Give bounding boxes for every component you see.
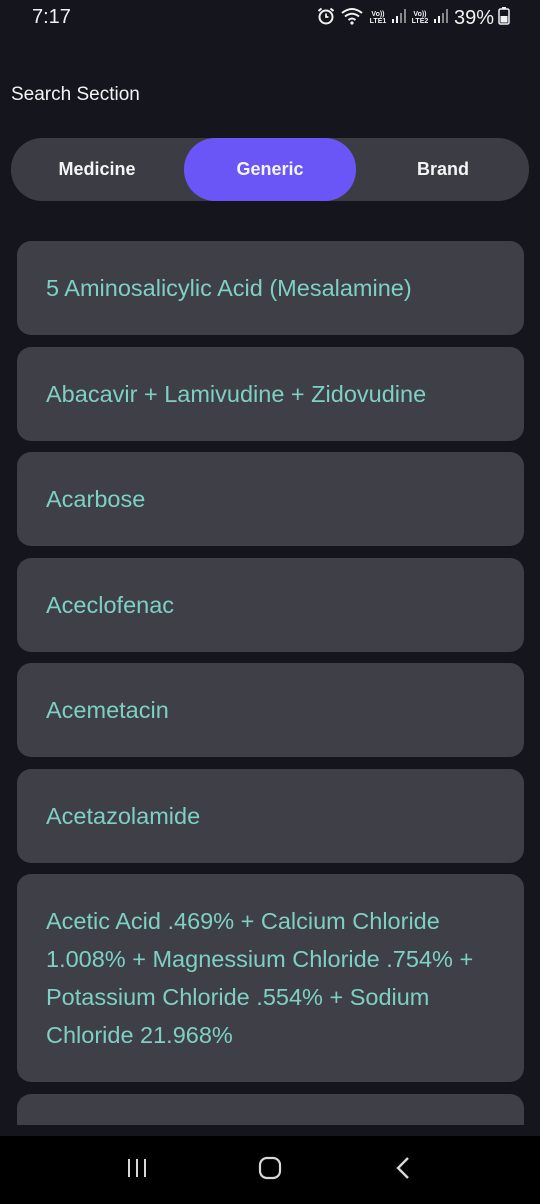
recent-apps-button[interactable]	[117, 1150, 157, 1190]
battery-percent: 39%	[453, 6, 494, 29]
list-item[interactable]	[17, 1094, 524, 1125]
item-label: Abacavir + Lamivudine + Zidovudine	[46, 381, 427, 407]
home-icon	[257, 1155, 283, 1186]
page-title: Search Section	[11, 84, 140, 105]
item-label: Aceclofenac	[46, 592, 175, 618]
wifi-icon	[340, 6, 364, 31]
list-item[interactable]: 5 Aminosalicylic Acid (Mesalamine)	[17, 241, 524, 335]
home-button[interactable]	[250, 1150, 290, 1190]
item-label: Acetic Acid .469% + Calcium Chloride 1.0…	[46, 908, 474, 1048]
search-type-tabs: Medicine Generic Brand	[11, 138, 529, 201]
signal-icon	[433, 8, 448, 29]
alarm-icon	[316, 6, 336, 31]
item-label: Acetazolamide	[46, 803, 201, 829]
sim2-label: Vo)) LTE2	[411, 11, 429, 25]
item-label: Acarbose	[46, 486, 146, 512]
list-item[interactable]: Acarbose	[17, 452, 524, 546]
status-time: 7:17	[32, 6, 71, 28]
system-navigation-bar	[0, 1136, 540, 1204]
status-bar: 7:17 Vo)) LTE1 Vo)) LTE2 39%	[0, 0, 540, 36]
back-icon	[393, 1155, 413, 1186]
list-item[interactable]: Abacavir + Lamivudine + Zidovudine	[17, 347, 524, 441]
tab-label: Brand	[416, 159, 469, 179]
tab-generic[interactable]: Generic	[184, 138, 356, 201]
tab-medicine[interactable]: Medicine	[11, 138, 183, 201]
tab-brand[interactable]: Brand	[357, 138, 529, 201]
list-item[interactable]: Acemetacin	[17, 663, 524, 757]
item-label: 5 Aminosalicylic Acid (Mesalamine)	[46, 275, 412, 301]
recent-apps-icon	[125, 1157, 149, 1184]
tab-label: Generic	[236, 159, 304, 179]
list-item[interactable]: Acetic Acid .469% + Calcium Chloride 1.0…	[17, 874, 524, 1082]
back-button[interactable]	[383, 1150, 423, 1190]
battery-icon	[498, 6, 510, 30]
signal-icon	[391, 8, 406, 29]
tab-label: Medicine	[58, 159, 136, 179]
status-icons: Vo)) LTE1 Vo)) LTE2 39%	[316, 5, 510, 31]
list-item[interactable]: Acetazolamide	[17, 769, 524, 863]
sim1-label: Vo)) LTE1	[369, 11, 387, 25]
generic-results-list[interactable]: 5 Aminosalicylic Acid (Mesalamine) Abaca…	[0, 230, 540, 1125]
item-label: Acemetacin	[46, 697, 169, 723]
list-item[interactable]: Aceclofenac	[17, 558, 524, 652]
